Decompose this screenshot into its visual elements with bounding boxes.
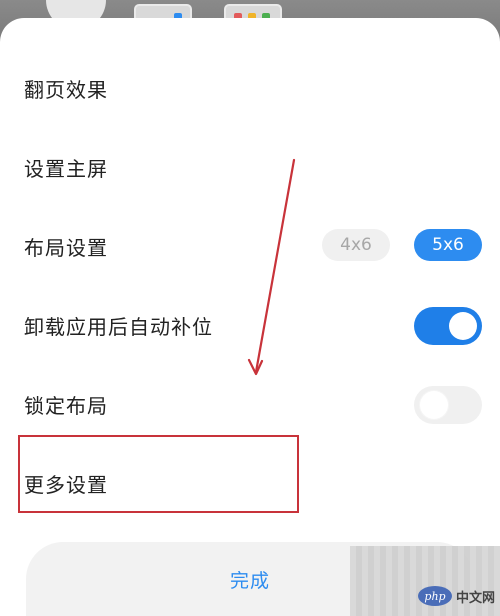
layout-option-5x6[interactable]: 5x6	[414, 229, 482, 261]
lock-layout-toggle[interactable]	[414, 386, 482, 424]
row-label: 翻页效果	[24, 77, 108, 102]
row-layout-settings: 布局设置 4x6 5x6	[0, 206, 500, 286]
row-label: 设置主屏	[24, 156, 108, 181]
watermark-text: 中文网	[456, 590, 496, 606]
row-set-home-screen[interactable]: 设置主屏	[0, 127, 500, 207]
annotation-highlight-box	[18, 435, 299, 513]
screen: 翻页效果 设置主屏 布局设置 4x6 5x6 卸载应用后自动补位 锁定布局 更多…	[0, 0, 500, 616]
row-page-effect[interactable]: 翻页效果	[0, 48, 500, 128]
toggle-knob	[449, 312, 477, 340]
watermark: php 中文网	[418, 586, 495, 606]
row-auto-fill: 卸载应用后自动补位	[0, 285, 500, 365]
row-label: 布局设置	[24, 235, 108, 260]
auto-fill-toggle[interactable]	[414, 307, 482, 345]
row-label: 卸载应用后自动补位	[24, 314, 213, 339]
toggle-knob	[420, 391, 448, 419]
php-logo-icon: php	[418, 586, 452, 606]
settings-sheet: 翻页效果 设置主屏 布局设置 4x6 5x6 卸载应用后自动补位 锁定布局 更多…	[0, 18, 500, 616]
row-label: 锁定布局	[24, 393, 108, 418]
layout-option-4x6[interactable]: 4x6	[322, 229, 390, 261]
row-lock-layout: 锁定布局	[0, 364, 500, 444]
